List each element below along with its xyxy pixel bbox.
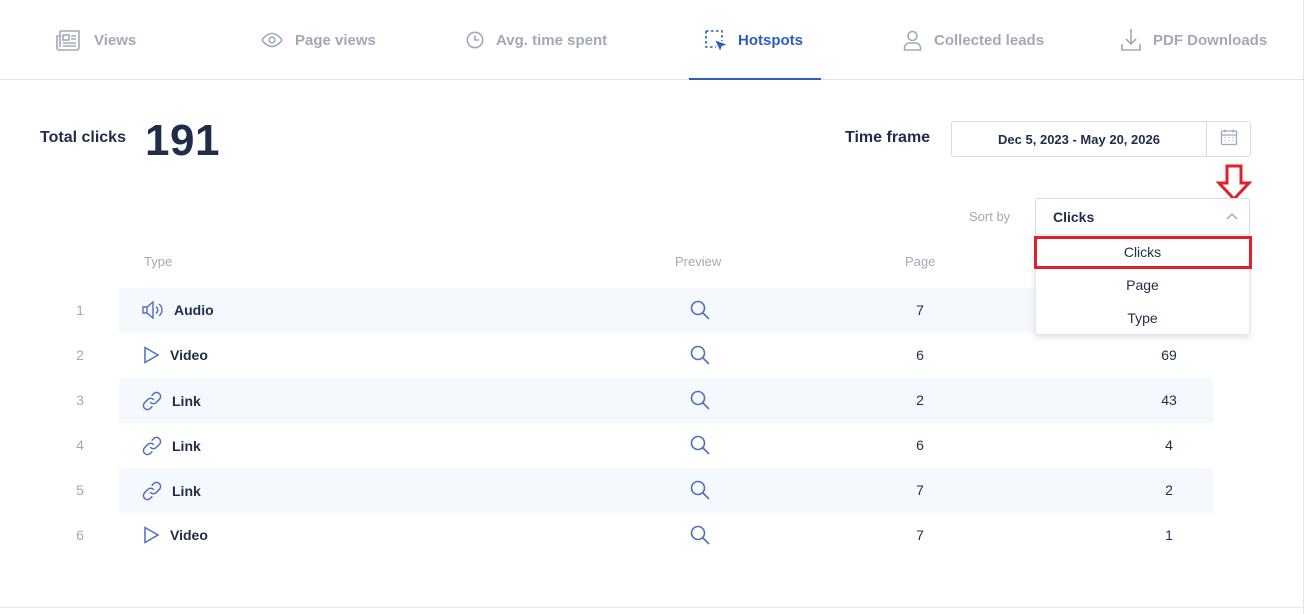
- hotspot-type-label: Audio: [174, 302, 214, 318]
- hotspot-type-label: Link: [172, 483, 201, 499]
- table-row: [119, 378, 1213, 423]
- row-number: 5: [76, 482, 84, 498]
- click-count: 1: [1165, 527, 1173, 543]
- sort-selected-value: Clicks: [1053, 208, 1095, 225]
- hotspot-type-label: Video: [170, 347, 208, 363]
- tab-label: Avg. time spent: [496, 31, 608, 49]
- page-number: 6: [916, 347, 924, 363]
- page-number: 6: [916, 437, 924, 453]
- row-number: 3: [76, 392, 84, 408]
- user-icon: [903, 30, 922, 51]
- preview-button[interactable]: [689, 344, 711, 366]
- download-icon: [1121, 28, 1141, 52]
- time-frame-picker[interactable]: Dec 5, 2023 - May 20, 2026: [951, 121, 1251, 157]
- page-number: 7: [916, 527, 924, 543]
- time-frame-value[interactable]: Dec 5, 2023 - May 20, 2026: [952, 122, 1207, 156]
- hotspot-type: Link: [141, 435, 201, 457]
- newspaper-icon: [55, 28, 82, 52]
- sort-dropdown-menu: Clicks Page Type: [1035, 234, 1250, 335]
- column-header-preview: Preview: [675, 254, 722, 269]
- link-icon: [141, 390, 163, 412]
- click-count: 2: [1165, 482, 1173, 498]
- preview-button[interactable]: [689, 299, 711, 321]
- search-icon: [689, 389, 711, 411]
- search-icon: [689, 299, 711, 321]
- tab-collected-leads[interactable]: Collected leads: [903, 0, 1044, 80]
- search-icon: [689, 434, 711, 456]
- hotspot-type-label: Link: [172, 393, 201, 409]
- click-count: 4: [1165, 437, 1173, 453]
- row-number: 1: [76, 302, 84, 318]
- chevron-up-icon: [1225, 210, 1239, 226]
- tab-views[interactable]: Views: [55, 0, 136, 80]
- tab-bar: Views Page views Avg. time spent Hotspot…: [0, 0, 1303, 80]
- row-number: 4: [76, 437, 84, 453]
- time-frame-label: Time frame: [845, 129, 931, 146]
- preview-button[interactable]: [689, 389, 711, 411]
- page-number: 2: [916, 392, 924, 408]
- page-number: 7: [916, 302, 924, 318]
- sort-option-page[interactable]: Page: [1036, 268, 1249, 301]
- total-clicks-label: Total clicks: [40, 129, 126, 146]
- search-icon: [689, 344, 711, 366]
- sort-by-label: Sort by: [969, 209, 1011, 224]
- hotspot-type: Audio: [141, 300, 214, 320]
- calendar-button[interactable]: [1207, 122, 1250, 156]
- tab-label: Page views: [295, 31, 376, 49]
- sort-option-clicks[interactable]: Clicks: [1036, 235, 1249, 268]
- column-header-page: Page: [905, 254, 936, 269]
- hotspot-type-label: Link: [172, 438, 201, 454]
- search-icon: [689, 479, 711, 501]
- sort-option-type[interactable]: Type: [1036, 301, 1249, 334]
- sort-by-select[interactable]: Clicks: [1035, 198, 1250, 234]
- table-row: [119, 468, 1213, 513]
- hotspot-type: Video: [141, 345, 208, 365]
- preview-button[interactable]: [689, 524, 711, 546]
- link-icon: [141, 480, 163, 502]
- column-header-type: Type: [144, 254, 173, 269]
- speaker-icon: [141, 300, 165, 320]
- tab-label: PDF Downloads: [1153, 31, 1268, 49]
- tab-avg-time-spent[interactable]: Avg. time spent: [466, 0, 607, 80]
- hotspot-type: Link: [141, 390, 201, 412]
- total-clicks-value: 191: [145, 116, 220, 165]
- preview-button[interactable]: [689, 434, 711, 456]
- hotspot-type: Link: [141, 480, 201, 502]
- tab-label: Hotspots: [738, 31, 803, 49]
- preview-button[interactable]: [689, 479, 711, 501]
- page-number: 7: [916, 482, 924, 498]
- tab-label: Views: [94, 31, 137, 49]
- table-row: [119, 333, 1213, 378]
- play-icon: [141, 345, 161, 365]
- calendar-icon: [1220, 128, 1238, 151]
- hotspot-type-label: Video: [170, 527, 208, 543]
- eye-icon: [261, 32, 283, 48]
- click-count: 69: [1161, 347, 1177, 363]
- tab-hotspots[interactable]: Hotspots: [704, 0, 803, 80]
- clock-icon: [466, 31, 484, 49]
- hotspot-type: Video: [141, 525, 208, 545]
- row-number: 6: [76, 527, 84, 543]
- table-row: [119, 513, 1213, 558]
- search-icon: [689, 524, 711, 546]
- tab-page-views[interactable]: Page views: [261, 0, 376, 80]
- hotspot-select-icon: [704, 29, 726, 51]
- table-row: [119, 423, 1213, 468]
- row-number: 2: [76, 347, 84, 363]
- link-icon: [141, 435, 163, 457]
- scrollbar-edge: [1303, 0, 1304, 614]
- bottom-divider: [0, 607, 1303, 608]
- active-tab-indicator: [689, 78, 821, 80]
- tab-pdf-downloads[interactable]: PDF Downloads: [1121, 0, 1267, 80]
- play-icon: [141, 525, 161, 545]
- click-count: 43: [1161, 392, 1177, 408]
- tab-label: Collected leads: [934, 31, 1045, 49]
